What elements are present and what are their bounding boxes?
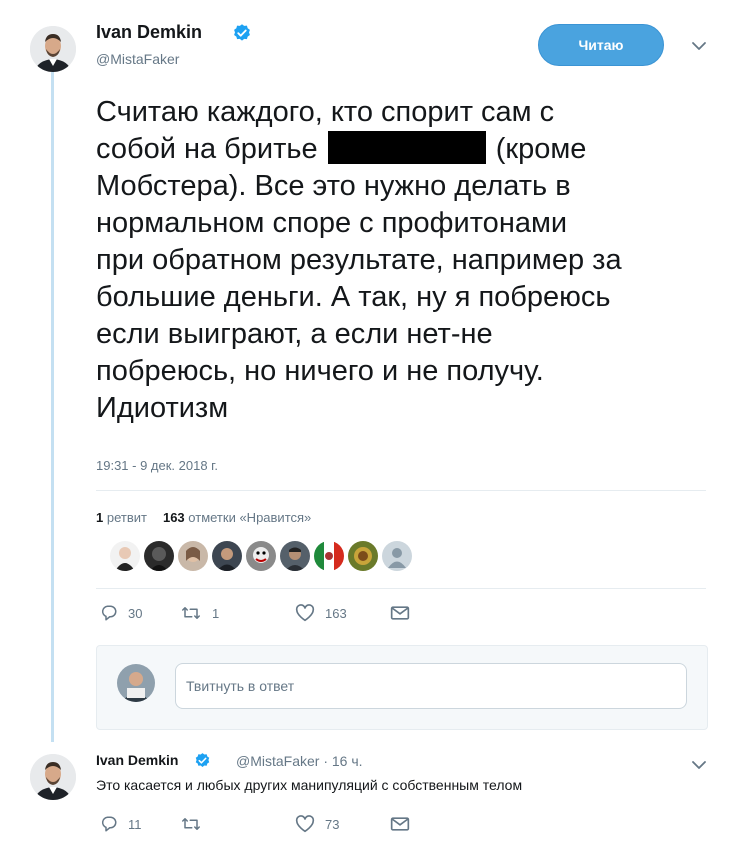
follow-button[interactable]: Читаю (538, 24, 664, 66)
message-icon (390, 817, 410, 831)
reply-author-handle[interactable]: @MistaFaker (236, 753, 319, 769)
liker-avatar[interactable] (110, 541, 140, 571)
tweet-text-line: если выиграют, а если нет-не (96, 318, 493, 350)
tweet-text-line: при обратном результате, например за (96, 244, 622, 276)
reply-count: 11 (128, 816, 142, 832)
liker-avatar[interactable] (178, 541, 208, 571)
chevron-down-icon[interactable] (691, 757, 707, 773)
liker-avatar[interactable] (144, 541, 174, 571)
reply-author-avatar[interactable] (30, 754, 76, 800)
liker-avatar[interactable] (314, 541, 344, 571)
retweet-icon (182, 607, 200, 619)
reply-meta: @MistaFaker · 16 ч. (236, 753, 363, 769)
author-avatar[interactable] (30, 26, 76, 72)
retweet-button[interactable] (180, 815, 295, 833)
tweet-text-line: побреюсь, но ничего и не получу. (96, 355, 544, 387)
verified-icon (195, 753, 210, 767)
like-count: 163 (325, 605, 347, 621)
tweet-text-line: собой на бритье (кроме (96, 131, 587, 165)
tweet-text-line: нормальном споре с профитонами (96, 207, 568, 239)
author-name[interactable]: Ivan Demkin (96, 22, 202, 43)
retweet-button[interactable]: 1 (180, 604, 295, 622)
reply-button[interactable]: 30 (100, 604, 180, 622)
liker-avatar[interactable] (212, 541, 242, 571)
liker-avatar[interactable] (246, 541, 276, 571)
tweet-timestamp[interactable]: 19:31 - 9 дек. 2018 г. (96, 458, 218, 473)
like-count: 73 (325, 816, 340, 832)
reply-icon (101, 605, 117, 621)
reply-actions: 11 73 (100, 815, 410, 833)
author-handle[interactable]: @MistaFaker (96, 51, 179, 67)
liker-avatars (110, 541, 412, 571)
message-button[interactable] (390, 605, 410, 621)
retweet-count: 1 (212, 605, 220, 621)
like-stat-count: 163 (162, 510, 185, 525)
reply-author-name[interactable]: Ivan Demkin (96, 752, 178, 768)
divider (96, 588, 706, 589)
like-icon (295, 604, 315, 622)
like-button[interactable]: 73 (295, 815, 390, 833)
tweet-actions: 30 1 163 (100, 604, 410, 622)
reply-count: 30 (128, 605, 143, 621)
tweet-text-line: Мобстера). Все это нужно делать в (96, 170, 571, 202)
retweet-stat-label: ретвит (106, 510, 147, 525)
verified-icon (234, 24, 250, 41)
reply-button[interactable]: 11 (100, 815, 180, 833)
chevron-down-icon[interactable] (691, 38, 707, 54)
reply-input[interactable]: Твитнуть в ответ (175, 663, 687, 709)
liker-avatar[interactable] (348, 541, 378, 571)
retweet-icon (182, 818, 200, 830)
divider (96, 490, 706, 491)
reply-composer: Твитнуть в ответ (96, 645, 708, 730)
liker-avatar[interactable] (280, 541, 310, 571)
like-stat-label: отметки «Нравится» (188, 510, 312, 525)
tweet-text-line: большие деньги. А так, ну я побреюсь (96, 281, 611, 313)
like-stat[interactable]: 163 отметки «Нравится» (163, 510, 311, 525)
like-button[interactable]: 163 (295, 604, 390, 622)
liker-avatar[interactable] (382, 541, 412, 571)
redacted-block (327, 131, 486, 164)
tweet-text-line: Считаю каждого, кто спорит сам с (96, 96, 555, 128)
tweet-text-line: Идиотизм (96, 392, 229, 424)
like-icon (295, 815, 315, 833)
thread-line (51, 72, 54, 742)
message-icon (390, 606, 410, 620)
tweet-stats: 1 ретвит 163 отметки «Нравится» (96, 510, 311, 525)
reply-icon (101, 816, 117, 832)
reply-text: Это касается и любых других манипуляций … (96, 777, 523, 793)
message-button[interactable] (390, 816, 410, 832)
reply-time[interactable]: · 16 ч. (323, 753, 362, 769)
retweet-stat-count: 1 (96, 510, 104, 525)
tweet-text: Считаю каждого, кто спорит сам с собой н… (96, 94, 716, 427)
retweet-stat[interactable]: 1 ретвит (96, 510, 147, 525)
composer-avatar (117, 664, 155, 702)
